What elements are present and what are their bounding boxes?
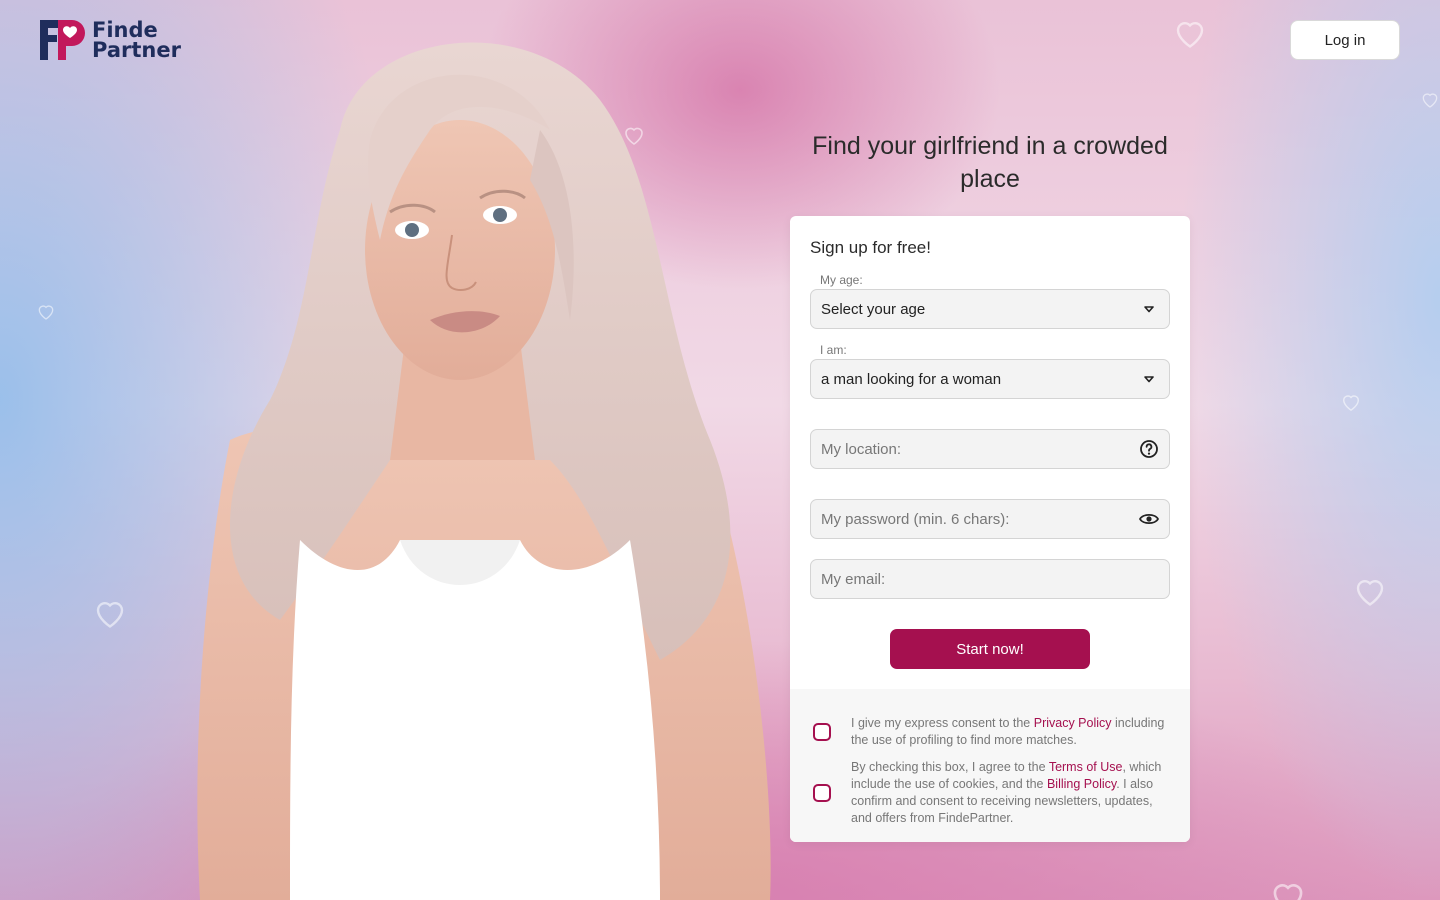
heart-icon <box>1172 16 1208 50</box>
gender-select-value: a man looking for a woman <box>821 370 1002 388</box>
privacy-consent-text: I give my express consent to the Privacy… <box>851 715 1169 749</box>
age-label: My age: <box>820 273 863 287</box>
heart-icon <box>36 302 56 321</box>
gender-label: I am: <box>820 343 847 357</box>
brand-name: Finde Partner <box>92 18 181 62</box>
terms-consent-text: By checking this box, I agree to the Ter… <box>851 759 1169 827</box>
location-placeholder: My location: <box>821 440 902 458</box>
consent-section: I give my express consent to the Privacy… <box>790 689 1190 842</box>
password-input[interactable]: My password (min. 6 chars): <box>810 499 1170 539</box>
gender-select[interactable]: a man looking for a woman <box>810 359 1170 399</box>
location-input[interactable]: My location: <box>810 429 1170 469</box>
privacy-policy-link[interactable]: Privacy Policy <box>1034 716 1112 730</box>
billing-policy-link[interactable]: Billing Policy <box>1047 777 1116 791</box>
age-select-value: Select your age <box>821 300 926 318</box>
terms-of-use-link[interactable]: Terms of Use <box>1049 760 1123 774</box>
email-input[interactable]: My email: <box>810 559 1170 599</box>
heart-icon <box>1340 392 1362 412</box>
login-button[interactable]: Log in <box>1290 20 1400 60</box>
help-circle-icon[interactable] <box>1139 439 1159 459</box>
password-placeholder: My password (min. 6 chars): <box>821 510 1010 528</box>
privacy-consent-checkbox[interactable] <box>813 723 831 741</box>
signup-card: Sign up for free! My age: Select your ag… <box>790 216 1190 842</box>
age-select[interactable]: Select your age <box>810 289 1170 329</box>
signup-title: Sign up for free! <box>810 238 931 257</box>
heart-icon <box>1420 90 1440 109</box>
page-headline: Find your girlfriend in a crowded place <box>812 132 1168 193</box>
logo-mark-icon <box>40 20 85 60</box>
eye-icon[interactable] <box>1139 509 1159 529</box>
privacy-consent-row: I give my express consent to the Privacy… <box>813 715 1169 749</box>
start-now-button[interactable]: Start now! <box>890 629 1090 669</box>
privacy-text-before: I give my express consent to the <box>851 716 1034 730</box>
terms-text-before: By checking this box, I agree to the <box>851 760 1049 774</box>
landing-page: Finde Partner Log in Find your girlfrien… <box>0 0 1440 900</box>
terms-consent-checkbox[interactable] <box>813 784 831 802</box>
heart-icon <box>1352 574 1388 608</box>
brand-logo[interactable]: Finde Partner <box>40 18 181 62</box>
heart-icon <box>1268 878 1308 900</box>
chevron-down-icon <box>1139 369 1159 389</box>
hero-photo <box>197 42 771 900</box>
email-placeholder: My email: <box>821 570 886 588</box>
brand-name-line1: Finde <box>92 18 158 42</box>
brand-name-line2: Partner <box>92 38 181 62</box>
chevron-down-icon <box>1139 299 1159 319</box>
terms-consent-row: By checking this box, I agree to the Ter… <box>813 759 1169 827</box>
heart-icon <box>92 596 128 630</box>
